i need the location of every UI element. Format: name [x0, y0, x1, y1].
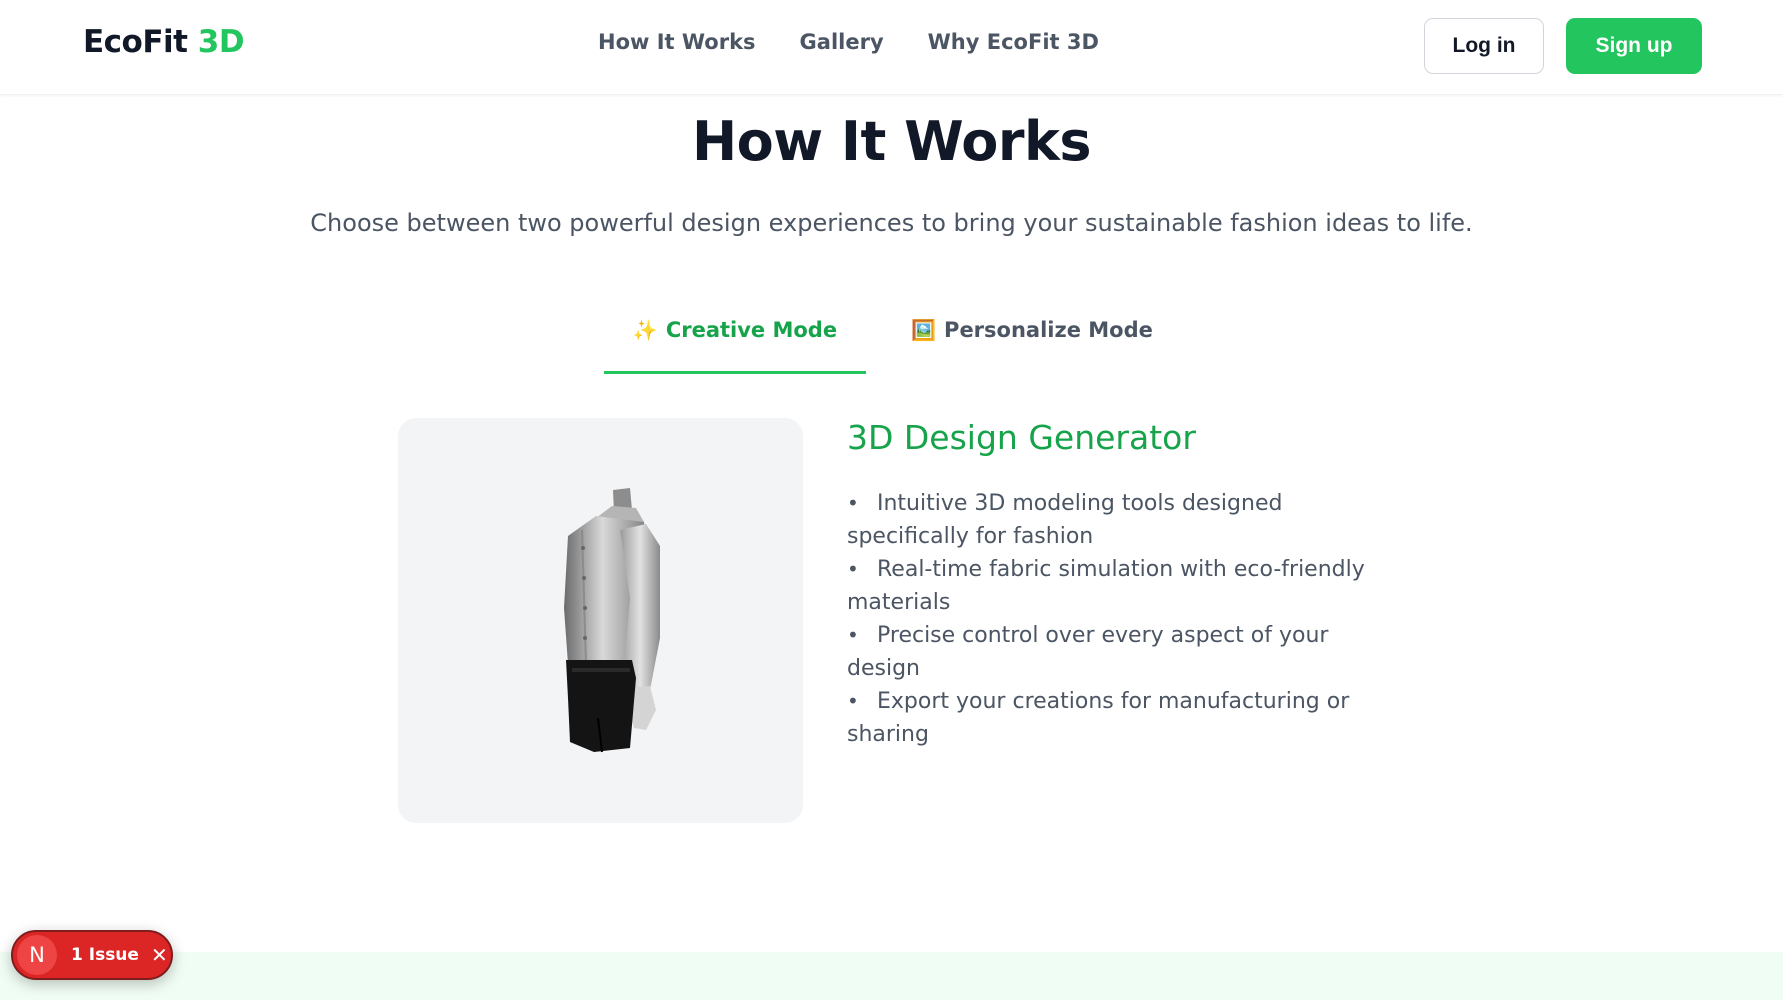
nav-link-why-ecofit[interactable]: Why EcoFit 3D — [928, 30, 1099, 54]
tab-personalize-mode-label: Personalize Mode — [944, 318, 1153, 342]
mode-details: 3D Design Generator • Intuitive 3D modeli… — [847, 418, 1387, 751]
feature-item: • Export your creations for manufacturing… — [847, 685, 1387, 751]
sparkles-icon: ✨ — [632, 318, 658, 342]
feature-list: • Intuitive 3D modeling tools designed sp… — [847, 487, 1387, 751]
brand-logo[interactable]: EcoFit 3D — [83, 24, 245, 60]
logo-main-text: EcoFit — [83, 24, 188, 60]
nextjs-logo-icon: N — [17, 935, 57, 975]
next-section-band — [0, 952, 1783, 1000]
bullet-icon: • — [847, 557, 859, 581]
tab-creative-mode[interactable]: ✨ Creative Mode — [604, 318, 866, 374]
section-subtitle: Choose between two powerful design exper… — [310, 209, 1473, 237]
logo-accent-text: 3D — [197, 24, 245, 60]
mannequin-3d-render — [564, 488, 660, 753]
feature-item: • Real-time fabric simulation with eco-fr… — [847, 553, 1387, 619]
feature-item: • Precise control over every aspect of yo… — [847, 619, 1387, 685]
issue-count-label: 1 Issue — [71, 945, 139, 965]
mode-tabs: ✨ Creative Mode 🖼️ Personalize Mode — [604, 318, 1164, 374]
panel-heading: 3D Design Generator — [847, 418, 1196, 457]
feature-item: • Intuitive 3D modeling tools designed sp… — [847, 487, 1387, 553]
signup-button[interactable]: Sign up — [1566, 18, 1702, 74]
nav-link-gallery[interactable]: Gallery — [800, 30, 884, 54]
tab-creative-mode-label: Creative Mode — [665, 318, 838, 342]
feature-text: Intuitive 3D modeling tools designed spe… — [847, 491, 1283, 549]
top-navbar: EcoFit 3D How It Works Gallery Why EcoFi… — [0, 0, 1783, 95]
main-nav: How It Works Gallery Why EcoFit 3D — [598, 30, 1099, 54]
bullet-icon: • — [847, 491, 859, 515]
close-icon[interactable]: ✕ — [151, 943, 168, 967]
feature-text: Export your creations for manufacturing … — [847, 689, 1350, 747]
section-title: How It Works — [691, 110, 1092, 173]
framed-picture-icon: 🖼️ — [911, 318, 937, 342]
bullet-icon: • — [847, 623, 859, 647]
mannequin-preview-card — [398, 418, 803, 823]
nav-link-how-it-works[interactable]: How It Works — [598, 30, 756, 54]
login-button[interactable]: Log in — [1424, 18, 1544, 74]
tab-personalize-mode[interactable]: 🖼️ Personalize Mode — [900, 318, 1164, 374]
bullet-icon: • — [847, 689, 859, 713]
feature-text: Real-time fabric simulation with eco-fri… — [847, 557, 1365, 615]
dev-issues-badge[interactable]: N 1 Issue ✕ — [11, 930, 173, 980]
feature-text: Precise control over every aspect of you… — [847, 623, 1329, 681]
